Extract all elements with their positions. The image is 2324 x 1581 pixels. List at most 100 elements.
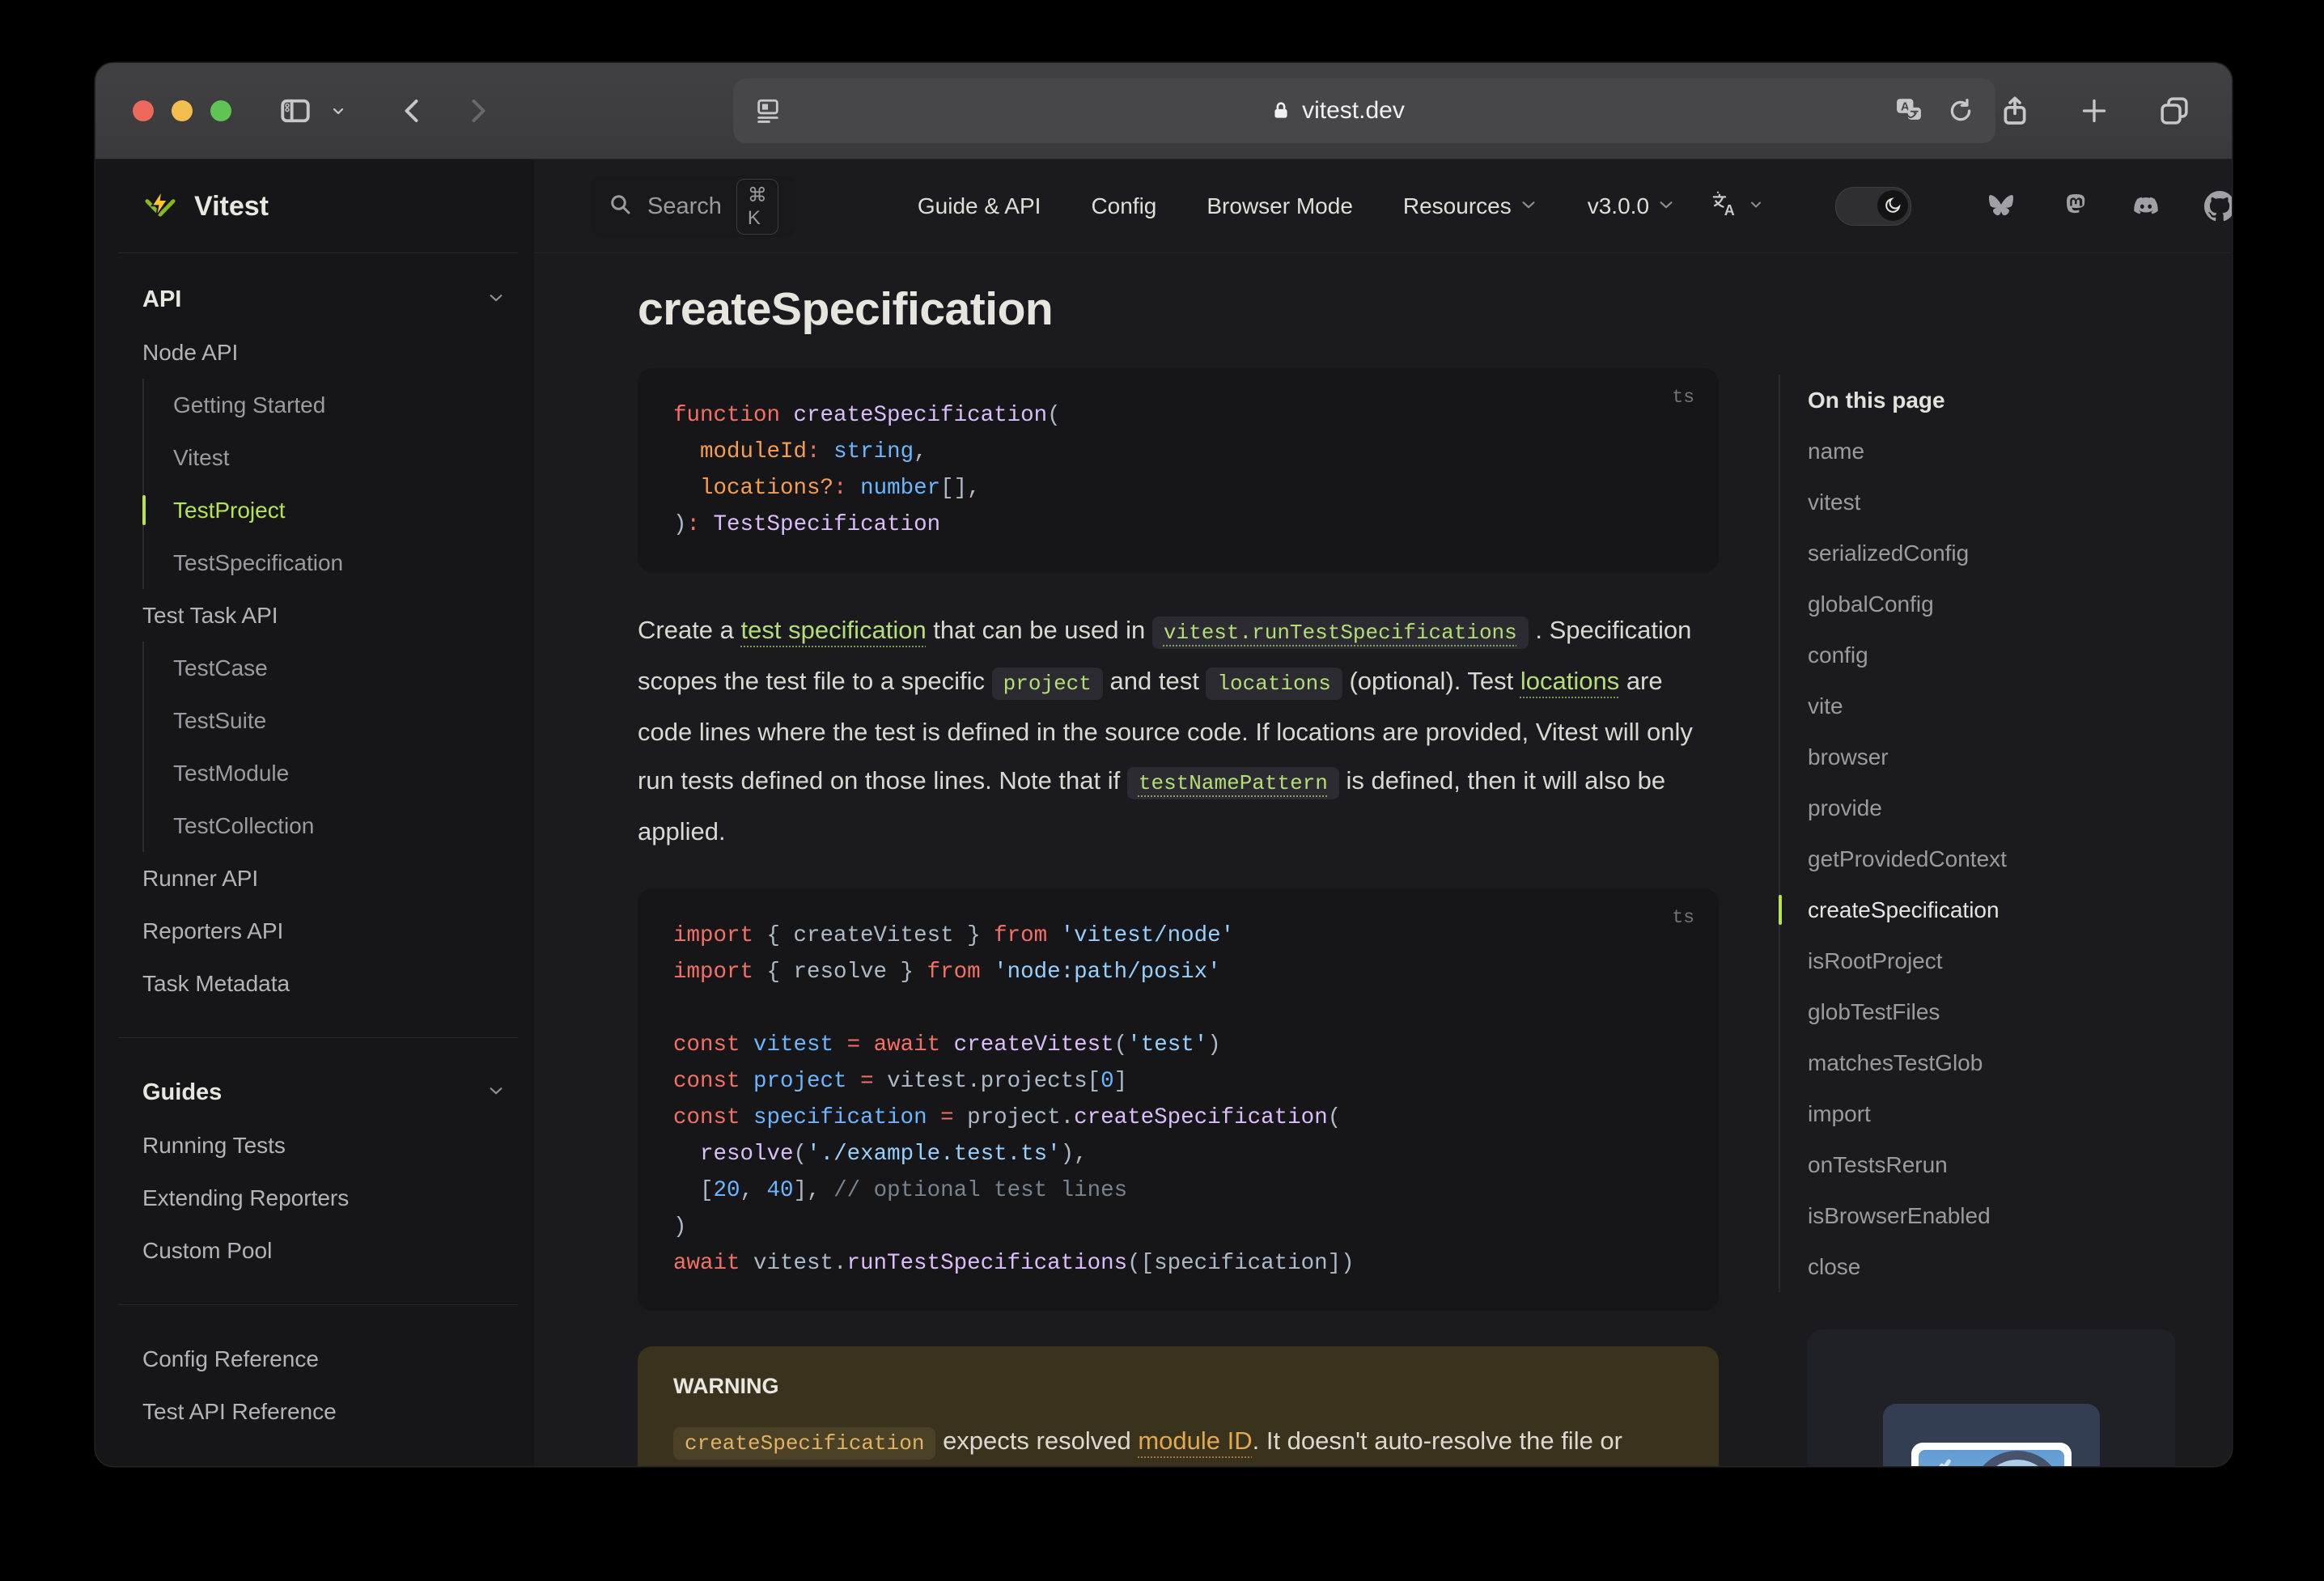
sidebar-item-custom-pool[interactable]: Custom Pool <box>95 1224 534 1277</box>
sidebar-item-testproject[interactable]: TestProject <box>142 484 534 536</box>
language-menu[interactable]: A <box>1711 190 1764 223</box>
code-line: resolve('./example.test.ts'), <box>700 1142 1088 1167</box>
zoom-window-button[interactable] <box>210 100 231 121</box>
inline-code: locations <box>1206 668 1342 700</box>
close-window-button[interactable] <box>133 100 154 121</box>
outline-item-getprovidedcontext[interactable]: getProvidedContext <box>1808 833 2232 884</box>
outline-aside: On this page name vitest serializedConfig g… <box>1779 253 2232 1466</box>
outline-item-isbrowserenabled[interactable]: isBrowserEnabled <box>1808 1190 2232 1241</box>
search-input[interactable]: Search ⌘ K <box>591 176 796 237</box>
translate-icon[interactable]: A <box>1894 95 1924 126</box>
sponsor-card[interactable]: </> <box>1808 1329 2175 1466</box>
sidebar-item-testcollection[interactable]: TestCollection <box>144 799 534 852</box>
doc-content: createSpecification ts function createSp… <box>638 253 1719 1466</box>
vitest-bolt-logo-icon <box>145 189 176 218</box>
inline-code-link[interactable]: testNamePattern <box>1126 767 1339 799</box>
warning-callout: WARNING createSpecification expects reso… <box>638 1346 1719 1466</box>
traffic-lights <box>133 100 231 121</box>
outline-item-browser[interactable]: browser <box>1808 731 2232 782</box>
reload-icon[interactable] <box>1947 97 1974 125</box>
nav-link-guide-api[interactable]: Guide & API <box>918 193 1041 219</box>
mastodon-icon[interactable] <box>2059 191 2088 222</box>
sidebar-item-runner-api[interactable]: Runner API <box>95 852 534 905</box>
code-line: await vitest.runTestSpecifications([spec… <box>673 1251 1355 1276</box>
sidebar-item-test-api-reference[interactable]: Test API Reference <box>95 1385 534 1438</box>
code-block-signature: ts function createSpecification( moduleI… <box>638 368 1719 572</box>
inline-link[interactable]: module ID <box>1138 1426 1252 1455</box>
docs-sidebar: Vitest API Node API Getting Started Vitest T… <box>95 159 534 1466</box>
sidebar-item-getting-started[interactable]: Getting Started <box>144 379 534 431</box>
warning-title: WARNING <box>673 1374 779 1398</box>
outline-item-close[interactable]: close <box>1808 1241 2232 1292</box>
sidebar-item-config-reference[interactable]: Config Reference <box>95 1333 534 1385</box>
back-icon[interactable] <box>398 96 427 125</box>
nav-link-v3-0-0[interactable]: v3.0.0 <box>1588 193 1675 219</box>
code-line: const specification = project.createSpec… <box>673 1105 1342 1130</box>
sidebar-item-running-tests[interactable]: Running Tests <box>95 1119 534 1172</box>
sidebar-item-vitest[interactable]: Vitest <box>144 431 534 484</box>
outline-item-vitest[interactable]: vitest <box>1808 477 2232 528</box>
logo-text: Vitest <box>194 190 269 222</box>
outline-item-provide[interactable]: provide <box>1808 782 2232 833</box>
theme-toggle[interactable] <box>1835 187 1912 226</box>
browser-toolbar: vitest.dev A <box>95 63 2232 159</box>
share-icon[interactable] <box>1999 95 2031 127</box>
code-line: moduleId: string, <box>700 439 927 464</box>
code-line: import { resolve } from 'node:path/posix… <box>673 960 1221 985</box>
inline-code-link[interactable]: vitest.runTestSpecifications <box>1151 617 1529 649</box>
outline-item-import[interactable]: import <box>1808 1088 2232 1139</box>
nav-links: Guide & API Config Browser Mode Resources v3… <box>918 193 1675 219</box>
inline-code: createSpecification <box>673 1427 936 1460</box>
forward-icon[interactable] <box>463 96 492 125</box>
sidebar-item-guides[interactable]: Guides <box>95 1066 534 1119</box>
social-links <box>1986 191 2232 222</box>
warning-body: createSpecification expects resolved mod… <box>673 1417 1683 1466</box>
reader-icon[interactable] <box>754 97 782 125</box>
code-line: import { createVitest } from 'vitest/nod… <box>673 923 1235 948</box>
address-bar[interactable]: vitest.dev A <box>733 78 1995 143</box>
outline-item-serializedconfig[interactable]: serializedConfig <box>1808 528 2232 579</box>
sidebar-item-api[interactable]: API <box>95 273 534 326</box>
bluesky-icon[interactable] <box>1986 193 2017 220</box>
github-icon[interactable] <box>2204 191 2232 222</box>
nav-link-config[interactable]: Config <box>1091 193 1156 219</box>
sidebar-item-testmodule[interactable]: TestModule <box>144 747 534 799</box>
nav-link-browser-mode[interactable]: Browser Mode <box>1207 193 1353 219</box>
outline-title: On this page <box>1808 387 1945 413</box>
sidebar-item-task-metadata[interactable]: Task Metadata <box>95 957 534 1010</box>
inline-link[interactable]: test specification <box>741 616 927 644</box>
inline-code: project <box>991 668 1103 700</box>
vitest-logo[interactable]: Vitest <box>95 159 534 253</box>
sidebar-item-testspecification[interactable]: TestSpecification <box>144 536 534 589</box>
sidebar-item-extending-reporters[interactable]: Extending Reporters <box>95 1172 534 1224</box>
new-tab-icon[interactable] <box>2078 95 2110 127</box>
code-line: function createSpecification( <box>673 403 1061 428</box>
lock-icon <box>1274 102 1287 118</box>
chevron-down-icon <box>487 286 505 313</box>
chevron-down-icon <box>487 1079 505 1106</box>
nav-link-resources[interactable]: Resources <box>1403 193 1537 219</box>
sidebar-toggle-icon[interactable] <box>278 94 312 128</box>
outline-item-createspecification[interactable]: createSpecification <box>1779 884 2232 935</box>
sidebar-item-reporters-api[interactable]: Reporters API <box>95 905 534 957</box>
outline-item-globtestfiles[interactable]: globTestFiles <box>1808 986 2232 1037</box>
code-line: [20, 40], // optional test lines <box>673 1178 1128 1203</box>
search-label: Search <box>647 193 722 219</box>
outline-item-ontestsrerun[interactable]: onTestsRerun <box>1808 1139 2232 1190</box>
outline-item-name[interactable]: name <box>1808 426 2232 477</box>
outline-item-matchestestglob[interactable]: matchesTestGlob <box>1808 1037 2232 1088</box>
outline-item-globalconfig[interactable]: globalConfig <box>1808 579 2232 629</box>
minimize-window-button[interactable] <box>172 100 193 121</box>
sidebar-item-testcase[interactable]: TestCase <box>144 642 534 694</box>
moon-icon <box>1885 197 1901 213</box>
outline-item-vite[interactable]: vite <box>1808 680 2232 731</box>
sidebar-item-node-api[interactable]: Node API <box>95 326 534 379</box>
outline-item-isrootproject[interactable]: isRootProject <box>1808 935 2232 986</box>
discord-icon[interactable] <box>2130 193 2162 220</box>
tabs-overview-icon[interactable] <box>2157 94 2191 128</box>
outline-item-config[interactable]: config <box>1808 629 2232 680</box>
sidebar-item-testsuite[interactable]: TestSuite <box>144 694 534 747</box>
sidebar-chevron-down-icon[interactable] <box>329 101 348 121</box>
inline-link[interactable]: locations <box>1520 667 1619 695</box>
sidebar-item-test-task-api[interactable]: Test Task API <box>95 589 534 642</box>
